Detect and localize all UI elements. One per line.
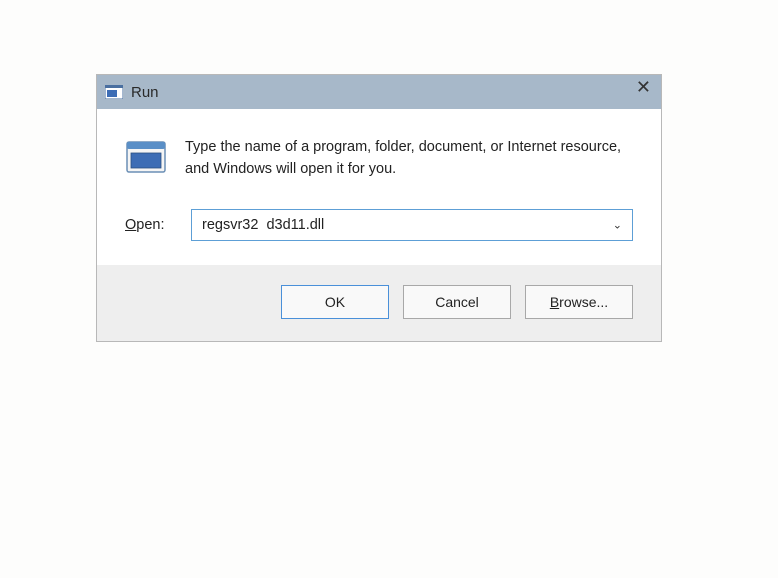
ok-button[interactable]: OK — [281, 285, 389, 319]
button-bar: OK Cancel Browse... — [97, 265, 661, 341]
command-input[interactable] — [202, 217, 622, 233]
dialog-body: Type the name of a program, folder, docu… — [97, 109, 661, 265]
open-row: Open: ⌄ — [125, 209, 633, 241]
browse-button[interactable]: Browse... — [525, 285, 633, 319]
info-row: Type the name of a program, folder, docu… — [125, 137, 633, 181]
open-label: Open: — [125, 217, 171, 233]
titlebar[interactable]: Run ✕ — [97, 75, 661, 109]
run-app-icon — [125, 139, 167, 177]
cancel-button[interactable]: Cancel — [403, 285, 511, 319]
command-combobox[interactable]: ⌄ — [191, 209, 633, 241]
titlebar-title: Run — [131, 84, 159, 101]
info-text: Type the name of a program, folder, docu… — [185, 137, 633, 181]
run-dialog: Run ✕ Type the name of a program, folder… — [96, 74, 662, 342]
run-titlebar-icon — [105, 84, 123, 100]
close-button[interactable]: ✕ — [636, 78, 651, 96]
